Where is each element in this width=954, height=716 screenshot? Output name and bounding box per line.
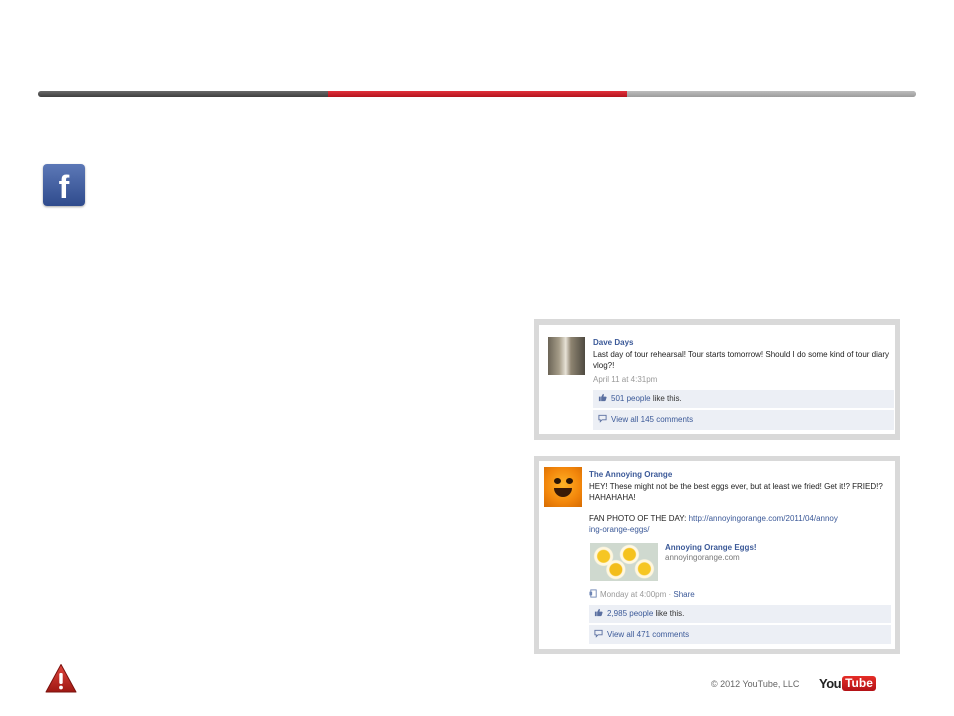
likes-row: 501 people like this.: [593, 390, 894, 408]
thumbs-up-icon: [598, 393, 607, 402]
avatar-eye: [554, 478, 561, 484]
post-message: HEY! These might not be the best eggs ev…: [589, 482, 883, 502]
author-avatar[interactable]: [544, 467, 582, 507]
attachment-title[interactable]: Annoying Orange Eggs!: [665, 543, 757, 552]
likes-count[interactable]: 2,985 people: [607, 609, 653, 618]
copyright-text: © 2012 YouTube, LLC: [711, 679, 800, 689]
facebook-logo-icon: f: [43, 164, 85, 206]
youtube-logo: You Tube: [819, 675, 876, 692]
likes-row: 2,985 people like this.: [589, 605, 891, 623]
comment-icon: [598, 414, 607, 423]
post-meta: Monday at 4:00pm · Share: [589, 589, 695, 599]
post-message: Last day of tour rehearsal! Tour starts …: [593, 350, 889, 370]
avatar-eye: [566, 478, 573, 484]
fan-photo-label: FAN PHOTO OF THE DAY:: [589, 514, 689, 523]
progress-remaining-segment: [627, 91, 916, 97]
post-author[interactable]: The Annoying Orange: [589, 470, 672, 479]
comments-row[interactable]: View all 471 comments: [589, 625, 891, 644]
post-message-link-line: FAN PHOTO OF THE DAY: http://annoyingora…: [589, 513, 839, 535]
warning-icon: [45, 664, 77, 693]
likes-suffix: like this.: [650, 394, 682, 403]
view-all-comments-link[interactable]: View all 145 comments: [611, 415, 693, 424]
likes-count[interactable]: 501 people: [611, 394, 651, 403]
youtube-logo-tube: Tube: [842, 676, 876, 691]
section-progress-bar: [38, 91, 916, 97]
avatar-mouth: [554, 488, 572, 497]
author-avatar[interactable]: [548, 337, 585, 375]
share-link[interactable]: Share: [673, 590, 694, 599]
progress-current-segment: [328, 91, 627, 97]
comments-row[interactable]: View all 145 comments: [593, 410, 894, 430]
youtube-logo-you: You: [819, 676, 842, 691]
note-icon: [589, 589, 597, 598]
progress-completed-segment: [38, 91, 328, 97]
attachment-domain: annoyingorange.com: [665, 553, 740, 562]
post-timestamp[interactable]: Monday at 4:00pm: [600, 590, 666, 599]
attachment-thumbnail[interactable]: [590, 543, 658, 581]
post-timestamp[interactable]: April 11 at 4:31pm: [593, 375, 657, 384]
comment-icon: [594, 629, 603, 638]
likes-suffix: like this.: [653, 609, 685, 618]
view-all-comments-link[interactable]: View all 471 comments: [607, 630, 689, 639]
thumbs-up-icon: [594, 608, 603, 617]
post-author[interactable]: Dave Days: [593, 338, 633, 347]
